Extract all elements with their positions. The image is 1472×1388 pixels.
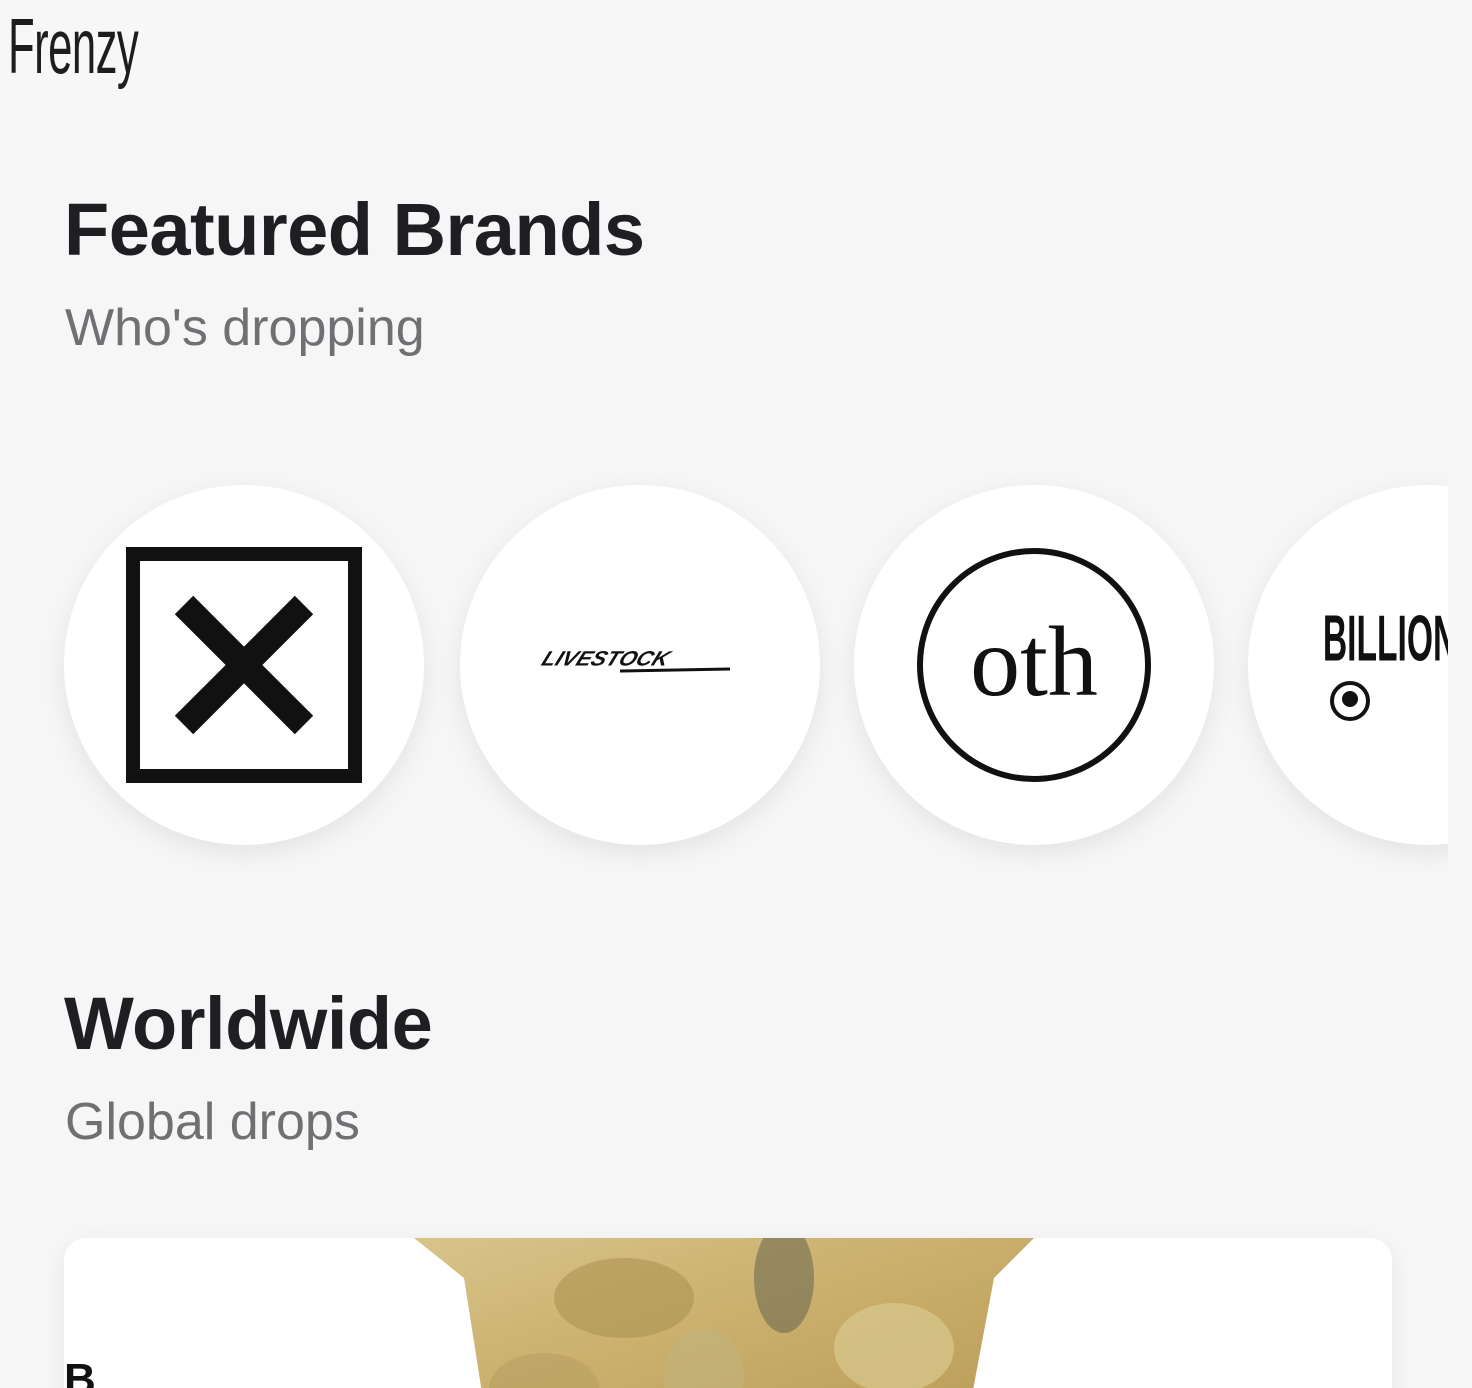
card-edge-text: B	[64, 1355, 96, 1388]
app-title: Frenzy	[8, 2, 139, 90]
billionaire-boys-club-logo-icon: BILLION BOYS	[1323, 601, 1448, 721]
livestock-logo-icon: LIVESTOCK	[538, 647, 731, 673]
worldwide-subtitle: Global drops	[65, 1093, 360, 1151]
featured-brands-subtitle: Who's dropping	[65, 299, 425, 357]
livestock-logo-text: LIVESTOCK	[538, 647, 675, 670]
home-panel: Featured Brands Who's dropping LIVESTOCK…	[8, 128, 1448, 1388]
brand-billionaire-boys-club[interactable]: BILLION BOYS	[1248, 485, 1448, 845]
worldwide-drop-card[interactable]: B	[64, 1238, 1392, 1388]
brand-oth[interactable]: oth	[854, 485, 1214, 845]
brand-x-box[interactable]	[64, 485, 424, 845]
x-box-logo-icon	[126, 547, 362, 783]
worldwide-title: Worldwide	[64, 982, 433, 1065]
drop-product-image	[414, 1238, 1034, 1388]
billionaire-logo-text: BILLION BOYS	[1323, 601, 1448, 674]
oth-logo-icon: oth	[917, 548, 1151, 782]
oth-logo-text: oth	[970, 606, 1098, 717]
brand-livestock[interactable]: LIVESTOCK	[460, 485, 820, 845]
featured-brands-title: Featured Brands	[64, 188, 645, 271]
